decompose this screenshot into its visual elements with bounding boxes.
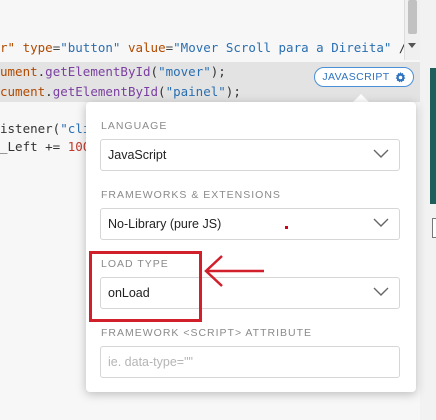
chevron-down-icon bbox=[373, 287, 389, 296]
code-line[interactable]: _Left += 100; bbox=[0, 137, 98, 157]
stray-dot bbox=[285, 226, 288, 229]
chevron-down-icon bbox=[373, 149, 389, 158]
gear-icon bbox=[395, 71, 405, 82]
frameworks-label: FRAMEWORKS & EXTENSIONS bbox=[101, 189, 281, 201]
code-token: ( bbox=[158, 84, 166, 99]
code-token: "Mover Scroll para a Direita" bbox=[173, 40, 392, 55]
code-token: ument bbox=[0, 64, 38, 79]
frameworks-select[interactable]: No-Library (pure JS) bbox=[100, 208, 400, 240]
framework-attr-label: FRAMEWORK <SCRIPT> ATTRIBUTE bbox=[101, 327, 312, 339]
code-token: ( bbox=[150, 64, 159, 79]
code-token: _Left += bbox=[0, 139, 68, 154]
editor-scrollbar[interactable] bbox=[404, 0, 421, 60]
code-token: "mover" bbox=[158, 64, 211, 79]
language-value: JavaScript bbox=[108, 148, 167, 162]
red-arrow-icon bbox=[204, 255, 264, 287]
code-token: getElementById bbox=[52, 84, 159, 99]
code-token: . bbox=[45, 84, 53, 99]
result-panel-accent bbox=[430, 68, 436, 204]
code-token: "button" bbox=[60, 40, 121, 55]
language-settings-button[interactable]: JAVASCRIPT bbox=[314, 67, 414, 87]
framework-attr-input[interactable] bbox=[108, 355, 388, 369]
annotation-highlight-box bbox=[89, 251, 202, 322]
language-pill-label: JAVASCRIPT bbox=[322, 71, 390, 83]
frameworks-value: No-Library (pure JS) bbox=[108, 217, 222, 231]
framework-attr-field[interactable] bbox=[100, 346, 400, 378]
scrollbar-thumb[interactable] bbox=[408, 0, 417, 34]
code-token: "painel" bbox=[165, 84, 226, 99]
code-token: getElementById bbox=[45, 64, 151, 79]
code-token: ); bbox=[210, 64, 226, 79]
result-panel-marker bbox=[432, 218, 436, 238]
code-token: value bbox=[127, 40, 166, 55]
code-line[interactable]: r" type="button" value="Mover Scroll par… bbox=[0, 38, 414, 58]
language-label: LANGUAGE bbox=[101, 120, 168, 132]
language-select[interactable]: JavaScript bbox=[100, 139, 400, 171]
chevron-down-icon bbox=[373, 218, 389, 227]
code-token: ); bbox=[225, 84, 241, 99]
result-panel-edge bbox=[420, 0, 436, 420]
code-token: r" bbox=[0, 40, 16, 55]
code-token: cument bbox=[0, 84, 46, 99]
code-token: istener( bbox=[0, 121, 61, 136]
code-line[interactable]: istener("clic bbox=[0, 119, 98, 139]
code-token: type bbox=[22, 40, 53, 55]
scroll-down-arrow-icon[interactable] bbox=[408, 43, 416, 48]
